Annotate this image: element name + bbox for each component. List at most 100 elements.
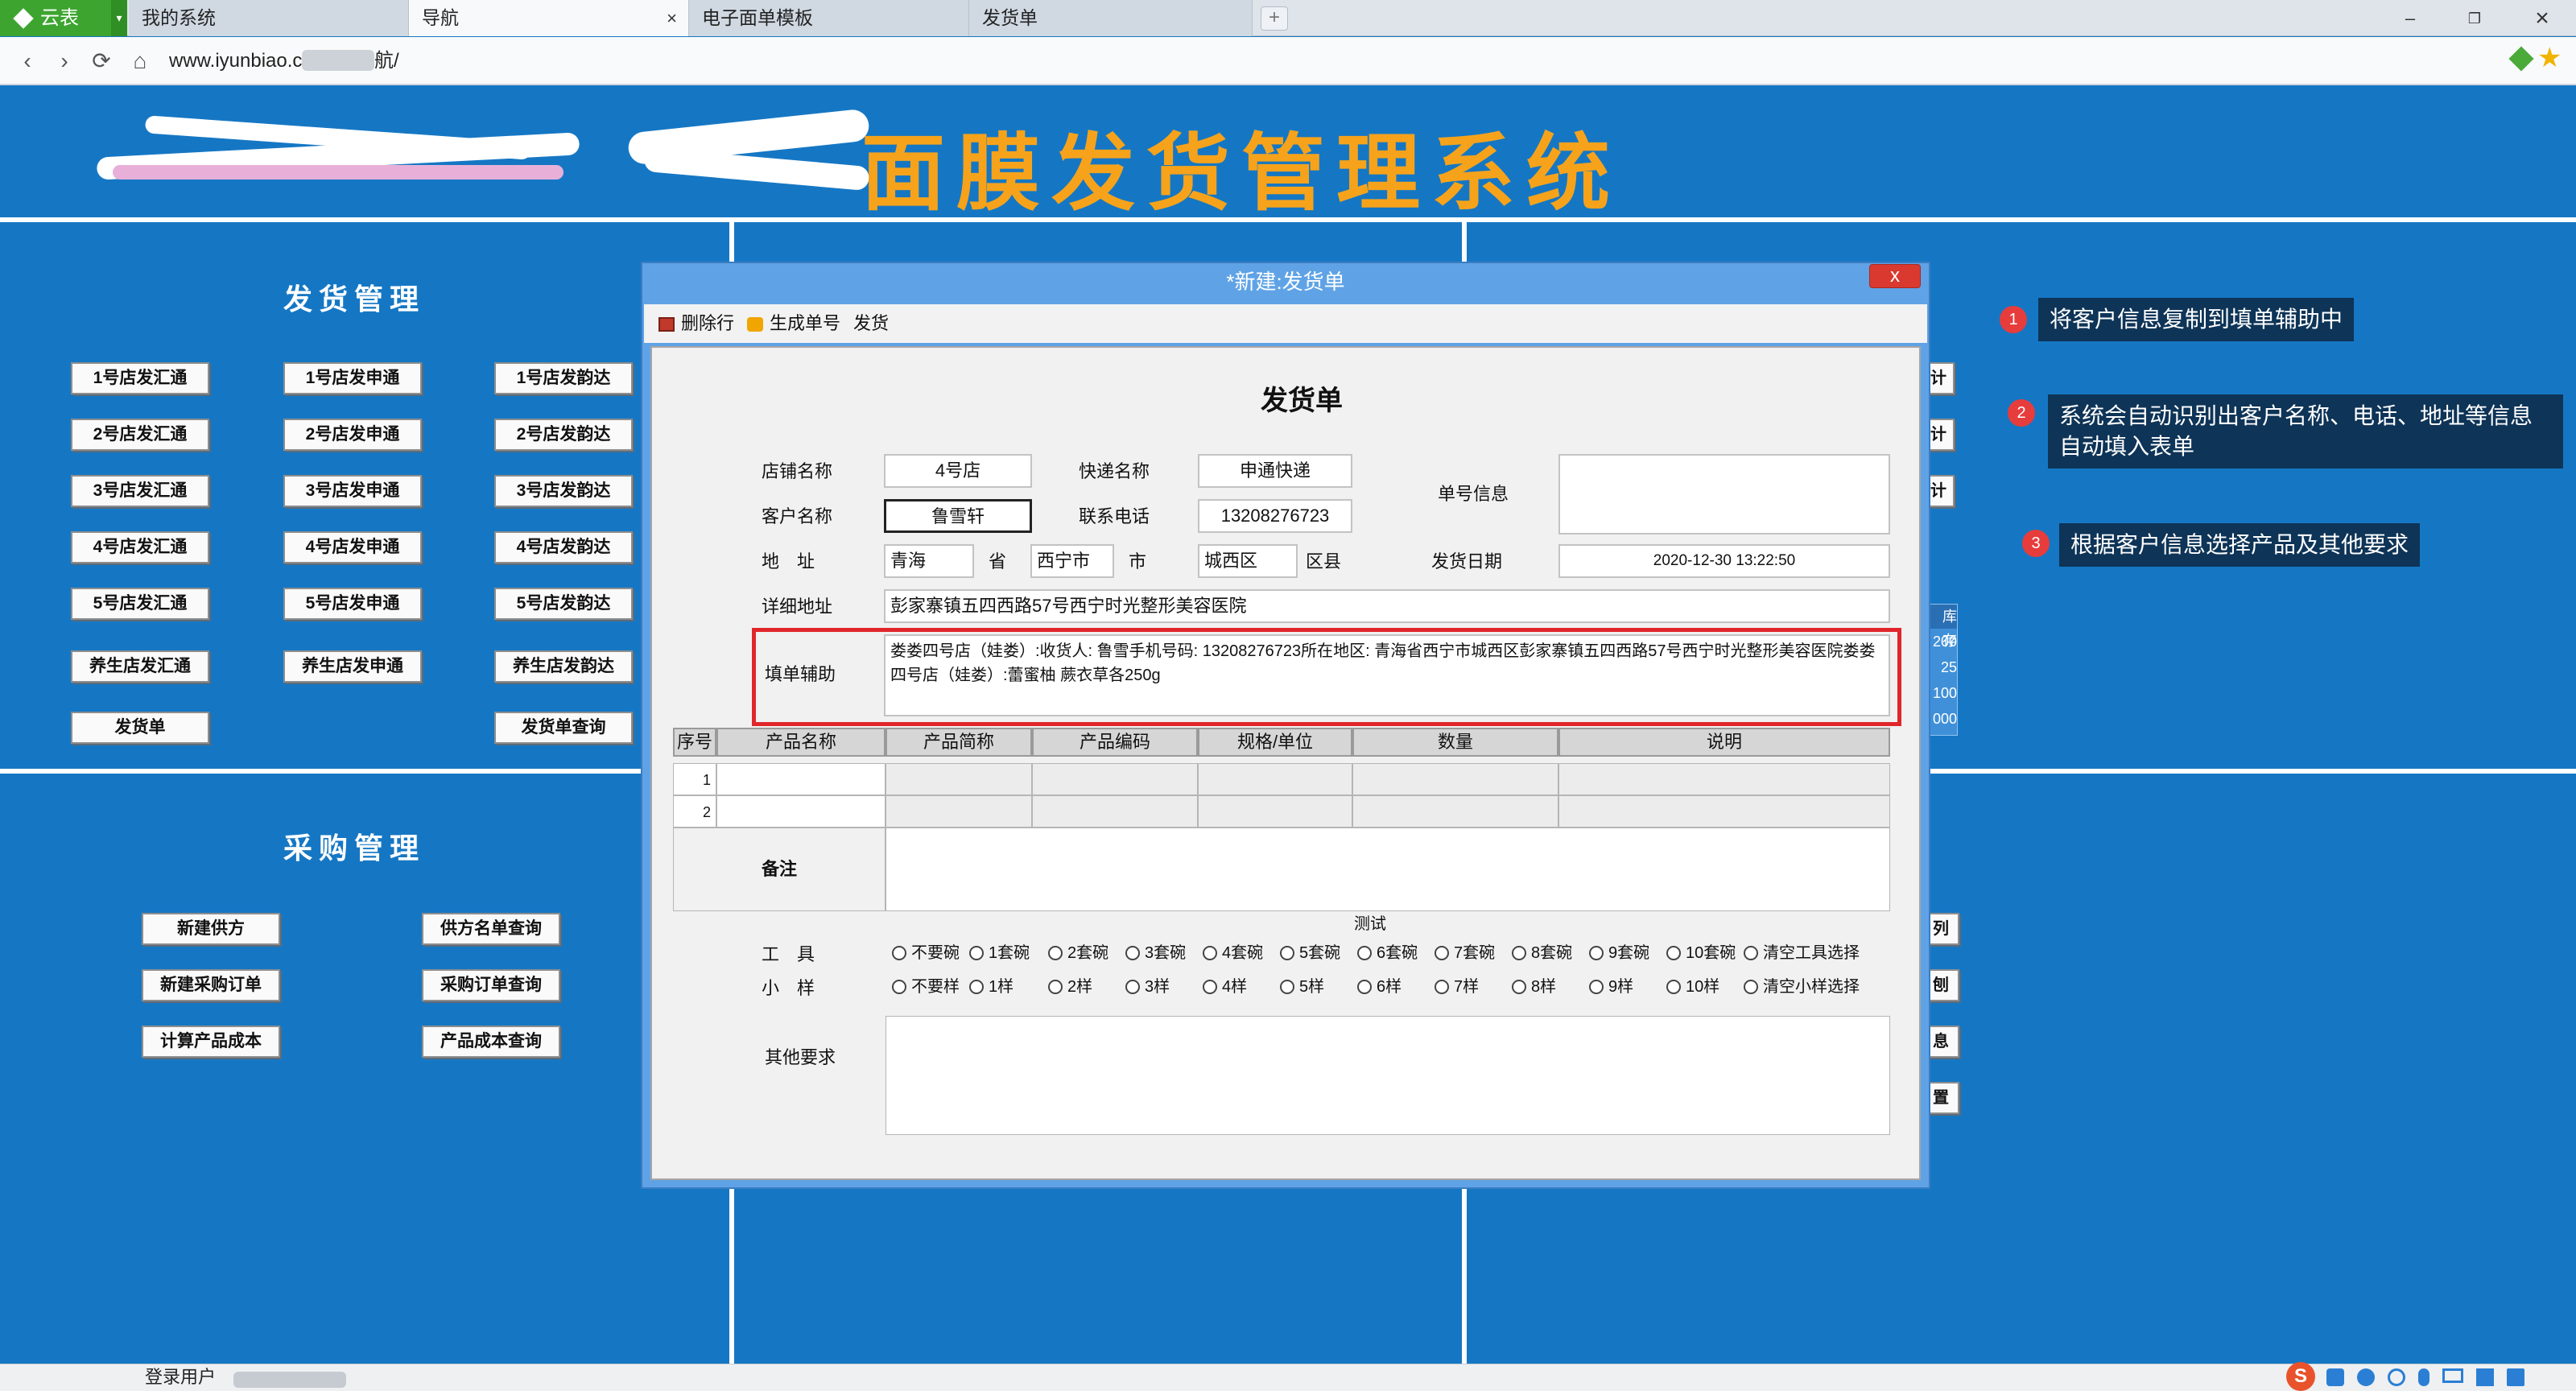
province-field[interactable]: 青海 [884,544,974,578]
shipping-button[interactable]: 5号店发申通 [283,588,422,620]
shipping-button[interactable]: 3号店发汇通 [71,475,209,507]
delete-row-button[interactable]: 删除行 [658,304,734,343]
sample-option-radio[interactable]: 2样 [1048,974,1092,1000]
shipping-button[interactable]: 2号店发申通 [283,419,422,451]
tool-option-radio[interactable]: 5套碗 [1280,940,1340,966]
table-cell[interactable] [886,763,1032,795]
forward-icon[interactable]: › [50,47,79,76]
dialog-close-button[interactable]: x [1869,264,1921,288]
ime-menu-icon[interactable] [2507,1368,2524,1386]
tab-e-waybill-template[interactable]: 电子面单模板 [689,0,969,36]
tool-option-radio[interactable]: 9套碗 [1589,940,1649,966]
ship-date-field[interactable]: 2020-12-30 13:22:50 [1558,544,1890,578]
tab-navigation[interactable]: 导航 × [409,0,689,36]
courier-field[interactable]: 申通快递 [1198,454,1352,488]
sample-option-radio[interactable]: 6样 [1357,974,1402,1000]
assist-textarea[interactable]: 娄娄四号店（娃娄）:收货人: 鲁雪手机号码: 13208276723所在地区: … [884,634,1890,716]
table-cell[interactable] [886,795,1032,828]
tool-option-radio[interactable]: 6套碗 [1357,940,1418,966]
sample-option-radio[interactable]: 9样 [1589,974,1633,1000]
ime-keyboard-icon[interactable] [2442,1368,2463,1383]
shipping-button[interactable]: 2号店发汇通 [71,419,209,451]
close-tab-icon[interactable]: × [667,0,677,36]
tab-my-system[interactable]: 我的系统 [129,0,409,36]
shipping-button[interactable]: 1号店发汇通 [71,362,209,394]
new-purchase-order-button[interactable]: 新建采购订单 [142,969,280,1001]
url-field[interactable]: www.iyunbiao.cn/ [169,37,318,85]
table-cell[interactable] [716,763,886,795]
store-field[interactable]: 4号店 [884,454,1032,488]
shipping-button[interactable]: 4号店发汇通 [71,531,209,563]
calc-product-cost-button[interactable]: 计算产品成本 [142,1026,280,1058]
sample-option-radio[interactable]: 8样 [1512,974,1556,1000]
brand-menu-button[interactable]: 云表 [0,0,111,36]
phone-field[interactable]: 13208276723 [1198,499,1352,533]
table-cell[interactable] [1558,795,1890,828]
district-field[interactable]: 城西区 [1198,544,1298,578]
shipping-button[interactable]: 养生店发申通 [283,650,422,683]
close-window-button[interactable]: × [2524,5,2560,32]
refresh-icon[interactable]: ⟳ [87,47,116,76]
tool-option-radio[interactable]: 10套碗 [1666,940,1736,966]
sample-option-radio[interactable]: 3样 [1125,974,1170,1000]
table-cell[interactable] [1032,795,1198,828]
shipping-button[interactable]: 1号店发申通 [283,362,422,394]
other-requirements-field[interactable] [886,1016,1890,1135]
supplier-list-query-button[interactable]: 供方名单查询 [422,913,560,945]
sample-option-radio[interactable]: 5样 [1280,974,1324,1000]
table-cell[interactable] [1198,795,1352,828]
remark-field[interactable] [886,828,1890,911]
order-info-field[interactable] [1558,454,1890,535]
city-field[interactable]: 西宁市 [1030,544,1114,578]
ime-lang-icon[interactable] [2326,1368,2344,1386]
ime-mic-icon[interactable] [2418,1368,2429,1386]
shipping-button[interactable]: 1号店发韵达 [494,362,633,394]
ime-emoji-icon[interactable] [2388,1368,2405,1386]
table-cell[interactable] [1558,763,1890,795]
ime-logo-icon[interactable]: S [2286,1362,2315,1391]
tool-option-radio[interactable]: 4套碗 [1203,940,1263,966]
tool-option-radio[interactable]: 2套碗 [1048,940,1108,966]
shipping-button[interactable]: 4号店发申通 [283,531,422,563]
table-cell[interactable] [1352,795,1558,828]
new-supplier-button[interactable]: 新建供方 [142,913,280,945]
sample-option-radio[interactable]: 1样 [969,974,1013,1000]
shipping-button[interactable]: 3号店发申通 [283,475,422,507]
ime-skin-icon[interactable] [2476,1368,2494,1386]
back-icon[interactable]: ‹ [13,47,42,76]
shipping-order-query-button[interactable]: 发货单查询 [494,712,633,744]
tool-option-radio[interactable]: 3套碗 [1125,940,1186,966]
sample-option-radio[interactable]: 10样 [1666,974,1719,1000]
home-icon[interactable]: ⌂ [126,47,155,76]
table-cell[interactable] [716,795,886,828]
tool-option-radio[interactable]: 1套碗 [969,940,1030,966]
new-tab-button[interactable]: + [1261,6,1288,31]
ime-punct-icon[interactable] [2357,1368,2375,1386]
sample-option-radio[interactable]: 不要样 [892,974,960,1000]
shipping-button[interactable]: 3号店发韵达 [494,475,633,507]
minimize-button[interactable]: – [2392,5,2428,32]
tool-option-radio[interactable]: 8套碗 [1512,940,1572,966]
shipping-button[interactable]: 养生店发韵达 [494,650,633,683]
purchase-order-query-button[interactable]: 采购订单查询 [422,969,560,1001]
url-field-tail[interactable]: 航/ [374,37,399,85]
favorite-star-icon[interactable]: ★ [2537,42,2562,74]
sample-option-radio[interactable]: 4样 [1203,974,1247,1000]
table-cell[interactable] [1198,763,1352,795]
shipping-button[interactable]: 5号店发汇通 [71,588,209,620]
tool-option-radio[interactable]: 清空工具选择 [1744,940,1860,966]
restore-button[interactable]: ❐ [2457,5,2492,32]
tab-shipping-order[interactable]: 发货单 [969,0,1253,36]
shipping-button[interactable]: 4号店发韵达 [494,531,633,563]
shipping-button[interactable]: 5号店发韵达 [494,588,633,620]
sample-option-radio[interactable]: 清空小样选择 [1744,974,1860,1000]
table-cell[interactable] [1032,763,1198,795]
tool-option-radio[interactable]: 7套碗 [1435,940,1495,966]
shipping-button[interactable]: 养生店发汇通 [71,650,209,683]
table-cell[interactable] [1352,763,1558,795]
sample-option-radio[interactable]: 7样 [1435,974,1479,1000]
product-cost-query-button[interactable]: 产品成本查询 [422,1026,560,1058]
shipping-button[interactable]: 2号店发韵达 [494,419,633,451]
detail-address-field[interactable]: 彭家寨镇五四西路57号西宁时光整形美容医院 [884,589,1890,623]
shipping-order-button[interactable]: 发货单 [71,712,209,744]
